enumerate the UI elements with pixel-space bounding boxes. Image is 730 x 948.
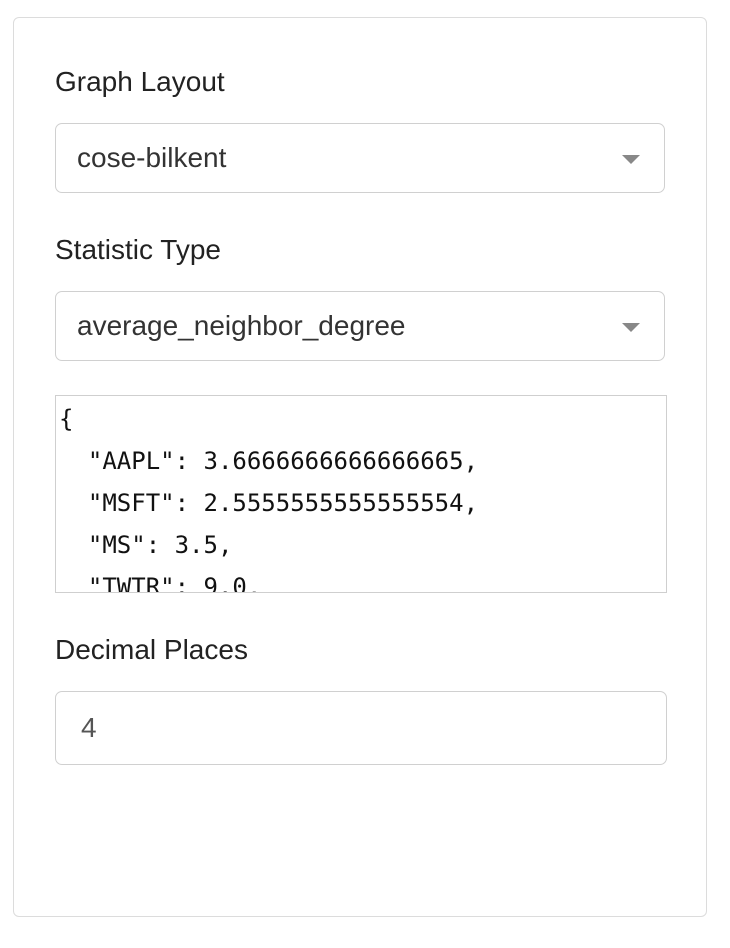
graph-layout-select[interactable]: cose-bilkent	[55, 123, 665, 193]
statistic-type-value: average_neighbor_degree	[77, 310, 406, 341]
caret-down-icon	[622, 323, 640, 332]
json-line: "AAPL": 3.6666666666666665,	[59, 447, 479, 475]
decimal-places-label: Decimal Places	[55, 634, 248, 665]
json-line: {	[59, 405, 74, 433]
graph-layout-value: cose-bilkent	[77, 142, 227, 173]
statistic-type-label: Statistic Type	[55, 234, 222, 265]
json-line: "MS": 3.5,	[59, 531, 233, 559]
json-line: "MSFT": 2.5555555555555554,	[59, 489, 479, 517]
caret-down-icon	[622, 155, 640, 164]
statistic-type-select[interactable]: average_neighbor_degree	[55, 291, 665, 361]
graph-layout-label: Graph Layout	[55, 66, 225, 97]
json-line: "TWTR": 9.0,	[59, 573, 262, 593]
decimal-places-input[interactable]: 4	[55, 691, 667, 765]
statistics-output-textarea[interactable]: { "AAPL": 3.6666666666666665, "MSFT": 2.…	[55, 395, 667, 593]
